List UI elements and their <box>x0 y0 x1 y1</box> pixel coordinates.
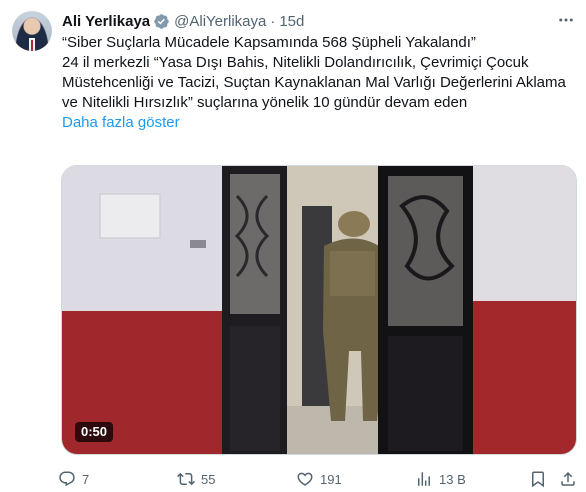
show-more-link[interactable]: Daha fazla göster <box>62 113 577 133</box>
views-button[interactable]: 13 B <box>415 468 466 490</box>
avatar[interactable] <box>12 11 52 51</box>
video-frame <box>62 166 576 454</box>
share-icon <box>561 471 575 486</box>
video-duration-badge: 0:50 <box>75 422 114 442</box>
tweet-timestamp[interactable]: 15d <box>279 13 304 30</box>
tweet-body-line: ve Nitelikli Hırsızlık” suçlarına yöneli… <box>62 94 468 111</box>
heart-icon <box>297 472 313 486</box>
share-button[interactable] <box>559 468 577 490</box>
separator-dot: · <box>270 12 276 30</box>
analytics-icon <box>418 472 430 486</box>
verified-badge-icon <box>154 13 169 29</box>
author-name[interactable]: Ali Yerlikaya <box>62 13 150 30</box>
views-count: 13 B <box>439 471 466 487</box>
video-player[interactable]: 0:50 <box>61 165 577 455</box>
like-count: 191 <box>320 471 342 487</box>
tweet-text: “Siber Suçlarla Mücadele Kapsamında 568 … <box>62 33 577 133</box>
retweet-count: 55 <box>201 471 216 487</box>
reply-button[interactable]: 7 <box>58 468 89 490</box>
tweet-card[interactable]: Ali Yerlikaya @AliYerlikaya · 15d “Siber… <box>0 0 586 492</box>
tweet-header: Ali Yerlikaya @AliYerlikaya · 15d <box>62 11 304 31</box>
like-button[interactable]: 191 <box>296 468 342 490</box>
retweet-icon <box>177 472 195 486</box>
bookmark-icon <box>532 471 544 488</box>
tweet-body-line: 24 il merkezli “Yasa Dışı Bahis, Nitelik… <box>62 54 529 71</box>
author-handle[interactable]: @AliYerlikaya <box>174 13 266 30</box>
reply-icon <box>59 471 75 487</box>
bookmark-button[interactable] <box>529 468 547 490</box>
more-options-icon[interactable] <box>556 10 576 30</box>
tweet-actions: 7 55 191 13 B <box>58 468 583 490</box>
tweet-title-line: “Siber Suçlarla Mücadele Kapsamında 568 … <box>62 34 476 51</box>
reply-count: 7 <box>82 471 90 487</box>
tweet-body-line: Müstehcenliği ve Tacizi, Suçtan Kaynakla… <box>62 74 566 91</box>
retweet-button[interactable]: 55 <box>177 468 215 490</box>
